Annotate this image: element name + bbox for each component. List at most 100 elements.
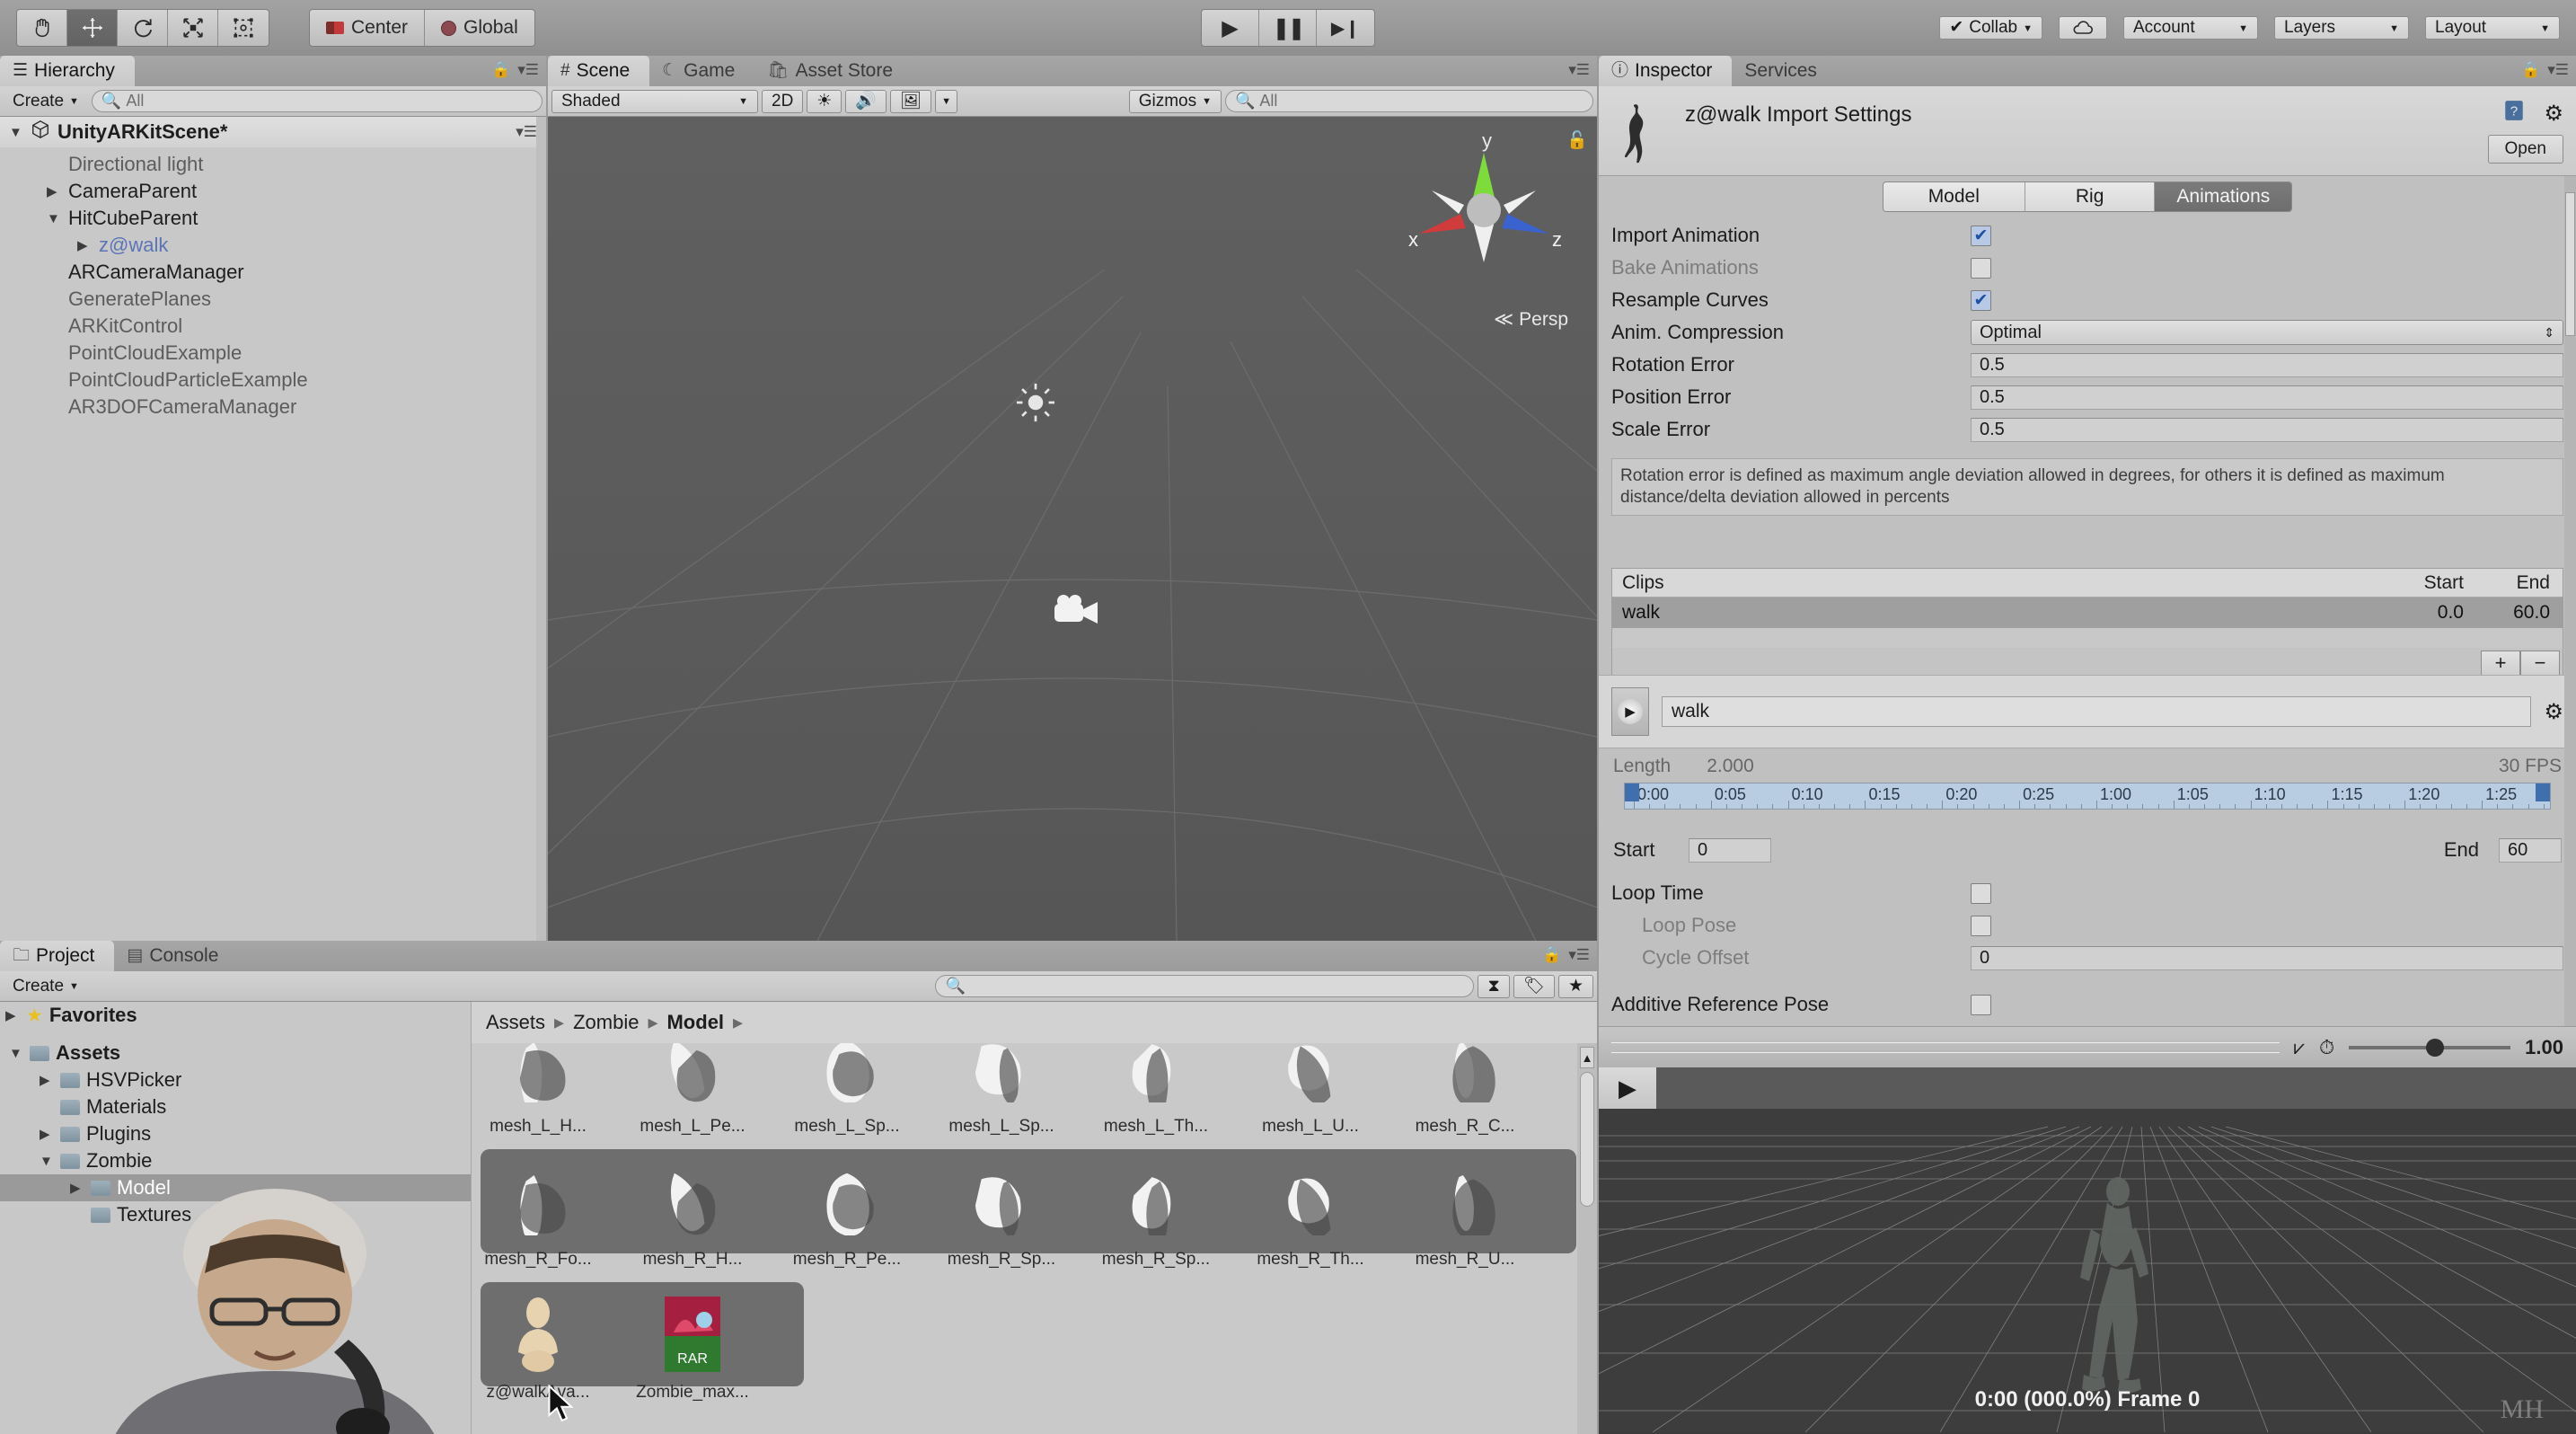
pivot-mode-button[interactable]: Center	[310, 10, 426, 46]
projection-label[interactable]: Persp	[1519, 309, 1568, 331]
hierarchy-item-hitcubeparent[interactable]: ▼ HitCubeParent	[0, 205, 546, 232]
project-tree-item-plugins[interactable]: ▶ Plugins	[0, 1120, 471, 1147]
timeline-start-handle[interactable]	[1625, 783, 1639, 801]
asset-thumbnail[interactable]	[649, 1158, 736, 1244]
asset-thumbnail[interactable]	[495, 1158, 581, 1244]
scene-audio-toggle[interactable]: 🔊	[845, 89, 887, 113]
hierarchy-create-button[interactable]: Create ▼	[4, 90, 88, 113]
gear-icon[interactable]: ⚙	[2544, 699, 2563, 725]
position-error-input[interactable]: 0.5	[1971, 385, 2563, 410]
asset-thumbnail[interactable]	[1422, 1158, 1508, 1244]
hierarchy-item-z-walk[interactable]: ▶ z@walk	[0, 232, 546, 259]
hierarchy-item-cameraparent[interactable]: ▶ CameraParent	[0, 178, 546, 205]
gizmos-dropdown[interactable]: Gizmos ▼	[1128, 89, 1222, 113]
preset-icon[interactable]: ?	[2502, 99, 2526, 128]
speed-icon[interactable]: ⏱	[2319, 1036, 2334, 1059]
directional-light-gizmo[interactable]	[1015, 382, 1056, 429]
chevron-down-icon[interactable]: ▼	[9, 125, 23, 140]
cloud-button[interactable]	[2059, 16, 2107, 40]
move-tool[interactable]	[67, 10, 118, 46]
chevron-right-icon[interactable]: ▶	[5, 1007, 20, 1023]
account-button[interactable]: Account ▼	[2123, 16, 2258, 40]
chevron-right-icon[interactable]: ▶	[40, 1072, 54, 1088]
asset-thumbnail[interactable]	[1267, 1158, 1354, 1244]
asset-thumbnail[interactable]	[804, 1158, 890, 1244]
asset-thumbnail[interactable]	[1422, 1043, 1508, 1111]
hierarchy-item-arcameramanager[interactable]: ARCameraManager	[0, 259, 546, 286]
tab-asset-store[interactable]: 🛍 Asset Store	[754, 56, 913, 86]
menu-icon[interactable]: ▾☰	[517, 61, 539, 79]
start-input[interactable]: 0	[1689, 837, 1771, 863]
hierarchy-scene-row[interactable]: ▼ UnityARKitScene* ▾☰	[0, 117, 546, 147]
scale-error-input[interactable]: 0.5	[1971, 417, 2563, 442]
hierarchy-scrollbar[interactable]	[536, 117, 546, 941]
search-by-type-button[interactable]: ⧗	[1478, 974, 1510, 998]
scene-axis-gizmo[interactable]: y x z ≪ Persp 🔓	[1394, 128, 1588, 330]
rotate-tool[interactable]	[118, 10, 168, 46]
scene-search-input[interactable]: 🔍 All	[1225, 90, 1593, 112]
lock-icon[interactable]: 🔒	[2521, 61, 2540, 79]
tab-game[interactable]: ☾ Game	[649, 56, 754, 86]
hierarchy-item-generateplanes[interactable]: GeneratePlanes	[0, 286, 546, 313]
save-search-button[interactable]: ★	[1557, 974, 1593, 998]
chevron-right-icon[interactable]: ▶	[40, 1126, 54, 1142]
search-by-label-button[interactable]: 🏷	[1513, 974, 1555, 998]
menu-icon[interactable]: ▾☰	[1568, 61, 1590, 79]
breadcrumb-item-zombie[interactable]: Zombie	[573, 1011, 639, 1034]
hierarchy-search-input[interactable]: 🔍 All	[91, 90, 543, 112]
inspector-tab-options[interactable]: 🔒 ▾☰	[2521, 61, 2569, 79]
project-tree-item-assets[interactable]: ▼ Assets	[0, 1040, 471, 1067]
hand-tool[interactable]	[17, 10, 67, 46]
menu-icon[interactable]: ▾☰	[1568, 946, 1590, 964]
rotation-error-input[interactable]: 0.5	[1971, 352, 2563, 377]
project-search-input[interactable]: 🔍	[935, 975, 1475, 997]
scale-tool[interactable]	[168, 10, 218, 46]
project-tree-item-materials[interactable]: Materials	[0, 1093, 471, 1120]
space-mode-button[interactable]: Global	[425, 10, 534, 46]
speed-slider[interactable]	[2349, 1038, 2511, 1057]
animation-preview[interactable]: 0:00 (000.0%) Frame 0 MH	[1599, 1109, 2576, 1434]
cycle-offset-input[interactable]: 0	[1971, 945, 2563, 970]
asset-thumbnail[interactable]	[495, 1043, 581, 1111]
asset-thumbnail[interactable]	[958, 1043, 1045, 1111]
collab-button[interactable]: ✔ Collab ▼	[1939, 16, 2042, 40]
asset-thumbnail[interactable]	[1113, 1158, 1199, 1244]
favorites-node[interactable]: ▶ ★ Favorites	[0, 1002, 471, 1029]
asset-thumbnail[interactable]	[649, 1043, 736, 1111]
tab-hierarchy[interactable]: ☰ Hierarchy	[0, 56, 135, 86]
lock-icon[interactable]: 🔒	[491, 61, 510, 79]
play-button[interactable]: ▶	[1202, 10, 1259, 46]
tab-project[interactable]: 🗀 Project	[0, 941, 115, 971]
asset-thumbnail[interactable]	[804, 1043, 890, 1111]
tab-scene[interactable]: # Scene	[548, 56, 650, 86]
tab-animations[interactable]: Animations	[2155, 182, 2292, 211]
asset-grid[interactable]: mesh_L_H... mesh_L_Pe... mesh_L_Sp... mesh_…	[471, 1043, 1597, 1434]
import-animation-checkbox[interactable]: ✔	[1971, 225, 1991, 246]
lock-icon[interactable]: 🔓	[1566, 129, 1588, 151]
asset-thumbnail[interactable]	[1113, 1043, 1199, 1111]
preview-drag-handle[interactable]	[1611, 1041, 2280, 1053]
project-tab-options[interactable]: 🔒 ▾☰	[1542, 946, 1590, 964]
chevron-right-icon[interactable]: ▶	[77, 237, 92, 253]
avatar-icon[interactable]: ⩗	[2294, 1036, 2305, 1059]
asset-thumbnail[interactable]: RAR	[649, 1291, 736, 1377]
pause-button[interactable]: ❚❚	[1259, 10, 1317, 46]
scene-lighting-toggle[interactable]: ☀	[807, 89, 842, 113]
tab-services[interactable]: Services	[1732, 56, 1837, 86]
step-button[interactable]: ▶❙	[1317, 10, 1374, 46]
preview-play-button[interactable]: ▶	[1599, 1067, 1656, 1109]
bake-animations-checkbox[interactable]	[1971, 257, 1991, 279]
breadcrumb-item-model[interactable]: Model	[666, 1011, 724, 1034]
project-create-button[interactable]: Create ▼	[4, 975, 129, 998]
layers-button[interactable]: Layers ▼	[2274, 16, 2409, 40]
scroll-up-arrow[interactable]: ▲	[1580, 1047, 1594, 1068]
asset-thumbnail[interactable]	[958, 1158, 1045, 1244]
add-clip-button[interactable]: +	[2481, 651, 2520, 676]
open-button[interactable]: Open	[2487, 135, 2563, 164]
loop-time-checkbox[interactable]	[1971, 882, 1991, 904]
clip-timeline[interactable]: 0:00 0:05 0:10 0:15 0:20 0:25 1:00 1:05 1:10 1:15…	[1624, 783, 2551, 810]
hierarchy-item-ar3dofcameramanager[interactable]: AR3DOFCameraManager	[0, 394, 546, 420]
menu-icon[interactable]: ▾☰	[516, 123, 537, 141]
hierarchy-item-directional-light[interactable]: Directional light	[0, 151, 546, 178]
resample-curves-checkbox[interactable]: ✔	[1971, 289, 1991, 311]
